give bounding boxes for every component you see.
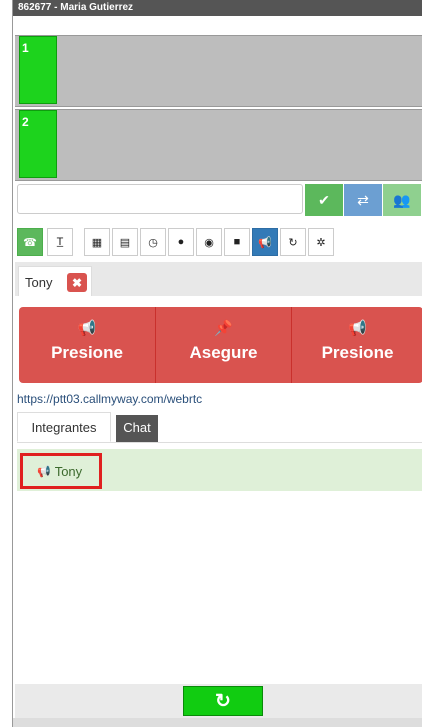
member-list: 📢 Tony [17, 449, 422, 491]
list-item[interactable]: 📢 Tony [20, 453, 102, 489]
session-tab-tony[interactable]: Tony ✖ [18, 266, 92, 296]
bottom-edge [13, 718, 422, 727]
comment-button[interactable]: ■ [224, 228, 250, 256]
line-slot-2[interactable]: 2 [15, 109, 422, 181]
tab-members[interactable]: Integrantes [17, 412, 111, 442]
dial-row: ✔ ⇄ 👥 [17, 184, 422, 216]
line-slot-1[interactable]: 1 [15, 35, 422, 107]
server-url: https://ptt03.callmyway.com/webrtc [17, 392, 203, 406]
ptt-button-group: 📢 Presione 📌 Asegure 📢 Presione [19, 307, 422, 383]
user-button[interactable]: ● [168, 228, 194, 256]
tab-chat[interactable]: Chat [116, 415, 158, 442]
check-icon: ✔ [318, 191, 330, 208]
megaphone-icon: 📢 [348, 320, 367, 337]
close-icon: ✖ [71, 275, 83, 290]
megaphone-button[interactable]: 📢 [252, 228, 278, 256]
line-number-badge[interactable]: 2 [19, 110, 57, 178]
phone-icon: ☎ [23, 236, 37, 249]
share-icon: ↻ [288, 236, 298, 249]
comment-icon: ■ [233, 236, 241, 248]
session-tabstrip: Tony ✖ [15, 262, 422, 296]
footer-bar: ↻ [15, 684, 422, 718]
app-panel: 862677 - Maria Gutierrez 1 2 ✔ ⇄ 👥 ☎ T̲ … [12, 0, 422, 727]
settings-icon: ✲ [316, 236, 326, 249]
share-button[interactable]: ↻ [280, 228, 306, 256]
keypad-button[interactable]: ▦ [84, 228, 110, 256]
line-number-badge[interactable]: 1 [19, 36, 57, 104]
keypad-icon: ▦ [91, 236, 103, 249]
globe-icon: ◉ [204, 236, 214, 249]
megaphone-icon: 📢 [258, 236, 272, 249]
megaphone-icon: 📢 [37, 465, 51, 478]
close-tab-button[interactable]: ✖ [67, 273, 87, 292]
lock-button-label: Asegure [189, 343, 258, 362]
phone-button[interactable]: ☎ [17, 228, 43, 256]
refresh-button[interactable]: ↻ [183, 686, 263, 716]
group-icon: 👥 [393, 191, 411, 208]
clock-icon: ◷ [148, 236, 158, 249]
member-name: Tony [54, 463, 83, 479]
window-title: 862677 - Maria Gutierrez [13, 0, 422, 16]
settings-button[interactable]: ✲ [308, 228, 334, 256]
clock-button[interactable]: ◷ [140, 228, 166, 256]
text-icon: T̲ [56, 236, 64, 248]
transfer-icon: ⇄ [357, 191, 369, 208]
group-button[interactable]: 👥 [383, 184, 421, 216]
press-button-1[interactable]: 📢 Presione [19, 307, 155, 383]
content-tabs: Integrantes Chat [17, 412, 422, 443]
session-tab-label: Tony [25, 275, 53, 290]
press-button-label: Presione [51, 343, 123, 362]
list-icon: ▤ [119, 236, 131, 249]
check-button[interactable]: ✔ [305, 184, 343, 216]
pin-icon: 📌 [214, 320, 233, 337]
globe-button[interactable]: ◉ [196, 228, 222, 256]
press-button-2[interactable]: 📢 Presione [292, 307, 422, 383]
list-button[interactable]: ▤ [112, 228, 138, 256]
transfer-button[interactable]: ⇄ [344, 184, 382, 216]
user-icon: ● [177, 236, 185, 248]
toolbar: ☎ T̲ ▦ ▤ ◷ ● ◉ ■ 📢 ↻ ✲ [17, 228, 422, 258]
text-button[interactable]: T̲ [47, 228, 73, 256]
refresh-icon: ↻ [215, 690, 231, 712]
dial-input[interactable] [17, 184, 303, 214]
press-button-label: Presione [321, 343, 394, 362]
megaphone-icon: 📢 [77, 320, 97, 337]
lock-button[interactable]: 📌 Asegure [156, 307, 291, 383]
